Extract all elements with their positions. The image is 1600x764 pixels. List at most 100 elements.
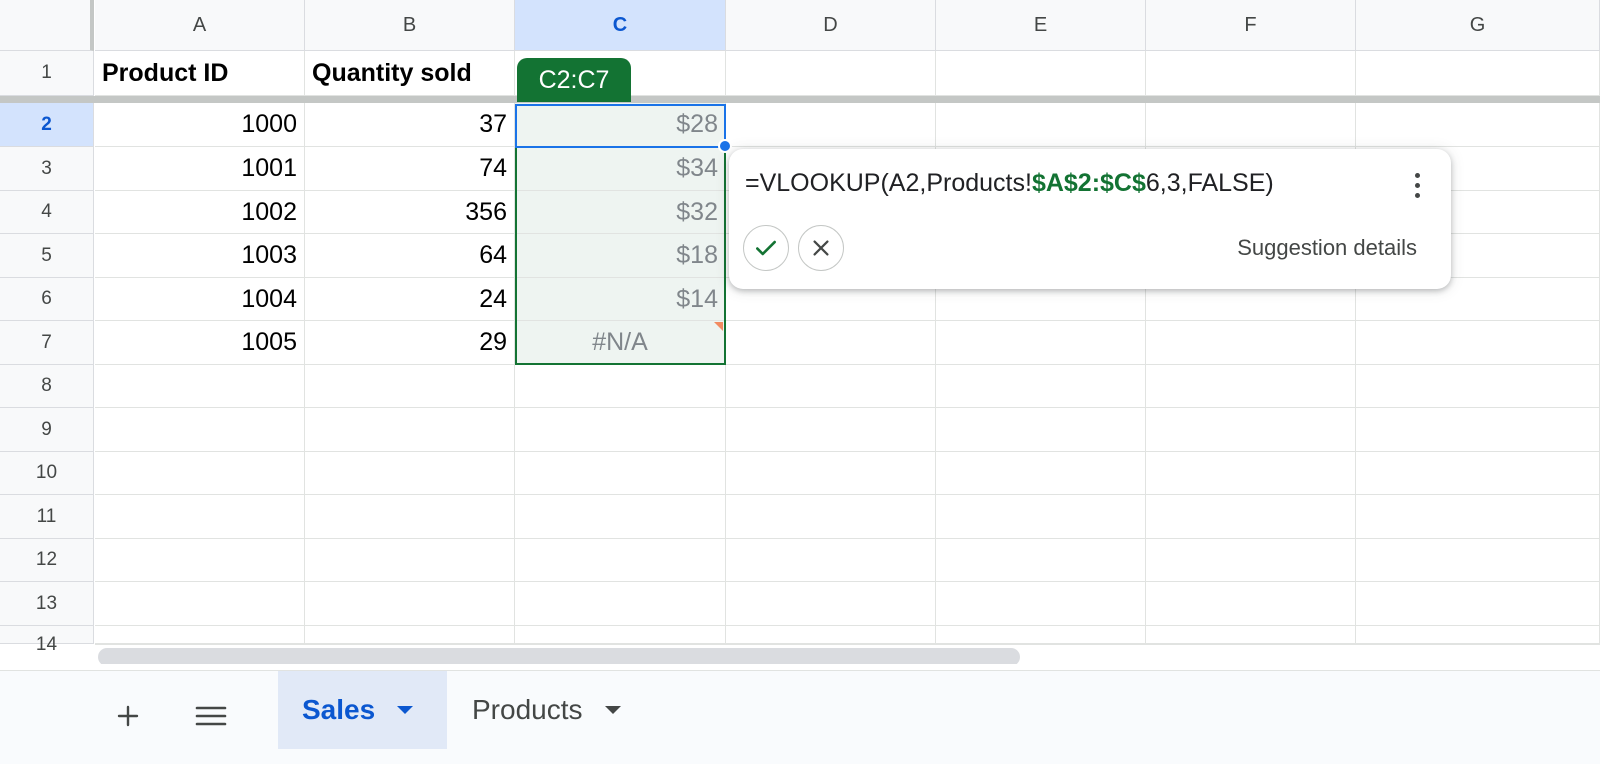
empty-cell[interactable] <box>1146 582 1356 626</box>
empty-cell[interactable] <box>515 452 726 495</box>
cell-c5[interactable]: $18 <box>515 234 726 278</box>
cell-c2[interactable]: $28 <box>515 103 726 147</box>
cell-b3[interactable]: 74 <box>305 147 515 191</box>
cell-a1[interactable]: Product ID <box>95 51 305 96</box>
cell-a4[interactable]: 1002 <box>95 191 305 234</box>
empty-cell[interactable] <box>1146 321 1356 365</box>
column-header-c[interactable]: C <box>515 0 726 51</box>
frozen-row-divider[interactable] <box>0 96 1600 103</box>
empty-cell[interactable] <box>726 626 936 644</box>
empty-cell[interactable] <box>305 452 515 495</box>
column-header-b[interactable]: B <box>305 0 515 51</box>
empty-cell[interactable] <box>1356 539 1600 582</box>
empty-cell[interactable] <box>1356 495 1600 539</box>
column-header-f[interactable]: F <box>1146 0 1356 51</box>
sheet-tab-sales[interactable]: Sales <box>278 671 447 749</box>
empty-cell[interactable] <box>726 582 936 626</box>
empty-cell[interactable] <box>515 365 726 408</box>
empty-cell[interactable] <box>95 408 305 452</box>
empty-cell[interactable] <box>95 365 305 408</box>
cell-d1[interactable] <box>726 51 936 96</box>
empty-cell[interactable] <box>1356 408 1600 452</box>
cell-a3[interactable]: 1001 <box>95 147 305 191</box>
empty-cell[interactable] <box>936 626 1146 644</box>
row-header-10[interactable]: 10 <box>0 452 94 495</box>
cell-e1[interactable] <box>936 51 1146 96</box>
empty-cell[interactable] <box>95 452 305 495</box>
cell-g1[interactable] <box>1356 51 1600 96</box>
empty-cell[interactable] <box>936 452 1146 495</box>
row-header-5[interactable]: 5 <box>0 234 94 278</box>
select-all-corner[interactable] <box>0 0 94 51</box>
cell-a7[interactable]: 1005 <box>95 321 305 365</box>
empty-cell[interactable] <box>515 626 726 644</box>
cell-b5[interactable]: 64 <box>305 234 515 278</box>
row-header-1[interactable]: 1 <box>0 51 94 96</box>
empty-cell[interactable] <box>1356 365 1600 408</box>
empty-cell[interactable] <box>726 103 936 147</box>
empty-cell[interactable] <box>936 582 1146 626</box>
empty-cell[interactable] <box>936 365 1146 408</box>
row-header-12[interactable]: 12 <box>0 539 94 582</box>
empty-cell[interactable] <box>1146 365 1356 408</box>
column-header-d[interactable]: D <box>726 0 936 51</box>
empty-cell[interactable] <box>726 495 936 539</box>
empty-cell[interactable] <box>305 408 515 452</box>
empty-cell[interactable] <box>936 495 1146 539</box>
empty-cell[interactable] <box>1146 626 1356 644</box>
empty-cell[interactable] <box>1146 408 1356 452</box>
column-header-a[interactable]: A <box>95 0 305 51</box>
empty-cell[interactable] <box>726 452 936 495</box>
empty-cell[interactable] <box>515 582 726 626</box>
add-sheet-button[interactable] <box>103 691 153 741</box>
empty-cell[interactable] <box>515 408 726 452</box>
empty-cell[interactable] <box>1146 539 1356 582</box>
cell-f1[interactable] <box>1146 51 1356 96</box>
empty-cell[interactable] <box>515 539 726 582</box>
row-header-2[interactable]: 2 <box>0 103 94 147</box>
empty-cell[interactable] <box>1356 321 1600 365</box>
column-header-e[interactable]: E <box>936 0 1146 51</box>
empty-cell[interactable] <box>936 103 1146 147</box>
horizontal-scrollbar-thumb[interactable] <box>98 648 1020 664</box>
cell-c4[interactable]: $32 <box>515 191 726 234</box>
empty-cell[interactable] <box>95 495 305 539</box>
empty-cell[interactable] <box>726 539 936 582</box>
cell-a5[interactable]: 1003 <box>95 234 305 278</box>
empty-cell[interactable] <box>1356 626 1600 644</box>
empty-cell[interactable] <box>305 626 515 644</box>
cell-c7[interactable]: #N/A <box>515 321 726 365</box>
row-header-3[interactable]: 3 <box>0 147 94 191</box>
row-header-7[interactable]: 7 <box>0 321 94 365</box>
empty-cell[interactable] <box>1356 582 1600 626</box>
empty-cell[interactable] <box>1356 103 1600 147</box>
empty-cell[interactable] <box>936 539 1146 582</box>
row-header-4[interactable]: 4 <box>0 191 94 234</box>
empty-cell[interactable] <box>726 321 936 365</box>
sheet-tab-products[interactable]: Products <box>448 671 668 749</box>
cell-a2[interactable]: 1000 <box>95 103 305 147</box>
row-header-6[interactable]: 6 <box>0 278 94 321</box>
cell-c6[interactable]: $14 <box>515 278 726 321</box>
suggestion-details-link[interactable]: Suggestion details <box>1237 235 1417 261</box>
accept-suggestion-button[interactable] <box>743 225 789 271</box>
chevron-down-icon[interactable] <box>397 706 414 714</box>
cell-b6[interactable]: 24 <box>305 278 515 321</box>
empty-cell[interactable] <box>1146 103 1356 147</box>
cell-b4[interactable]: 356 <box>305 191 515 234</box>
empty-cell[interactable] <box>95 539 305 582</box>
row-header-9[interactable]: 9 <box>0 408 94 452</box>
cell-b1[interactable]: Quantity sold <box>305 51 515 96</box>
empty-cell[interactable] <box>95 582 305 626</box>
row-header-13[interactable]: 13 <box>0 582 94 626</box>
empty-cell[interactable] <box>726 408 936 452</box>
empty-cell[interactable] <box>305 365 515 408</box>
empty-cell[interactable] <box>305 495 515 539</box>
all-sheets-button[interactable] <box>186 691 236 741</box>
empty-cell[interactable] <box>1146 452 1356 495</box>
row-header-11[interactable]: 11 <box>0 495 94 539</box>
empty-cell[interactable] <box>1146 495 1356 539</box>
empty-cell[interactable] <box>936 408 1146 452</box>
empty-cell[interactable] <box>1356 452 1600 495</box>
row-header-14[interactable]: 14 <box>0 626 94 655</box>
